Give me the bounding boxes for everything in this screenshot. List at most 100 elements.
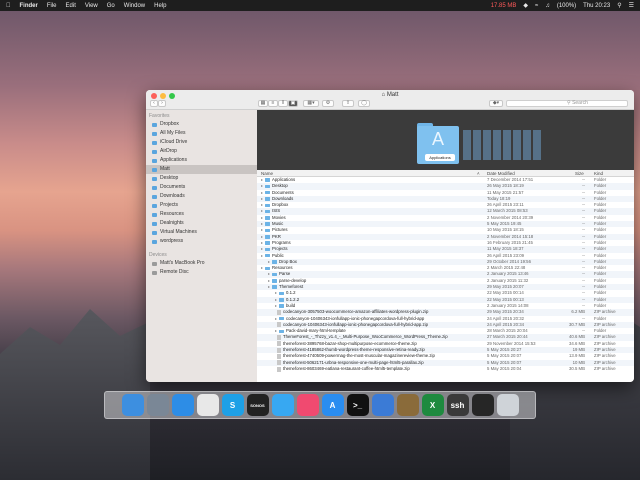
dock-itunes-icon[interactable] (296, 394, 319, 416)
cover-flow-folder[interactable] (503, 130, 511, 160)
sidebar-item[interactable]: Documents (146, 183, 257, 192)
sidebar-item[interactable]: Downloads (146, 192, 257, 201)
window-title-text: Matt (386, 92, 399, 98)
share-button[interactable]: ⇧ (342, 100, 354, 107)
column-date-modified[interactable]: Date Modified (487, 171, 515, 176)
dropbox-toolbar-button[interactable]: ◆▾ (489, 100, 503, 107)
memory-status[interactable]: 17.85 MB (491, 3, 517, 9)
cover-flow-folder[interactable] (493, 130, 501, 160)
icon-view-button[interactable]: ▦ (258, 100, 268, 107)
folder-icon (152, 176, 157, 181)
wifi-icon[interactable]: ≈ (535, 3, 538, 9)
volume-icon[interactable]: ♫ (545, 3, 550, 9)
sidebar-item-label: Documents (160, 184, 186, 190)
sidebar-item-label: Dropbox (160, 121, 179, 127)
coverflow-view-button[interactable]: ▣ (288, 100, 298, 107)
menu-clock[interactable]: Thu 20:23 (583, 3, 610, 9)
dock-chrome-icon[interactable] (196, 394, 219, 416)
cover-flow-folder[interactable] (513, 130, 521, 160)
folder-icon (152, 149, 157, 154)
back-button[interactable]: ‹ (150, 100, 158, 107)
dock-excel-icon[interactable]: X (421, 394, 444, 416)
dock-sonos-icon[interactable]: SONOS (246, 394, 269, 416)
sidebar-device-item[interactable]: Remote Disc (146, 268, 257, 277)
sidebar-item[interactable]: Resources (146, 210, 257, 219)
folder-icon (152, 239, 157, 244)
dock-xcode-icon[interactable] (371, 394, 394, 416)
menu-go[interactable]: Go (107, 3, 115, 9)
sidebar-item[interactable]: Virtual Machines (146, 228, 257, 237)
folder-icon (265, 241, 271, 245)
folder-icon (152, 122, 157, 127)
column-name[interactable]: Name (261, 171, 273, 176)
sidebar-item[interactable]: AirDrop (146, 147, 257, 156)
menu-app-name[interactable]: Finder (20, 3, 38, 9)
file-name-cell[interactable]: themeforest-8603469-eatlana-restaurant-c… (275, 366, 410, 372)
sidebar-item[interactable]: Dropbox (146, 120, 257, 129)
dock-safari-icon[interactable] (171, 394, 194, 416)
zip-file-icon (277, 341, 281, 347)
sidebar-item[interactable]: wordpress (146, 237, 257, 246)
folder-icon (272, 285, 278, 289)
desktop:  Finder File Edit View Go Window Help 1… (0, 0, 640, 480)
dock-messages-icon[interactable] (271, 394, 294, 416)
column-kind[interactable]: Kind (594, 171, 603, 176)
dock-finder-icon[interactable] (121, 394, 144, 416)
cover-flow-folder[interactable] (523, 130, 531, 160)
action-gear-button[interactable]: ⚙ (322, 100, 334, 107)
cover-flow-folder[interactable] (483, 130, 491, 160)
cover-flow-folder[interactable] (473, 130, 481, 160)
dock-skype-icon[interactable]: S (221, 394, 244, 416)
sidebar-item[interactable]: Applications (146, 156, 257, 165)
folder-icon (279, 298, 285, 302)
cover-flow-folder[interactable] (463, 130, 471, 160)
column-view-button[interactable]: ‖ (278, 100, 288, 107)
dock-terminal-icon[interactable]: >_ (346, 394, 369, 416)
column-size[interactable]: Size (575, 171, 584, 176)
search-field[interactable]: ⚲ Search (506, 100, 628, 107)
folder-icon (279, 291, 285, 296)
sort-ascending-icon[interactable]: ˄ (477, 171, 480, 176)
window-toolbar: ⌂ Matt ‹ › ▦ ≡ ‖ ▣ ▦▾ ⚙ ⇧ ◯ ◆▾ ⚲ Search (146, 90, 634, 110)
dock-launchpad-icon[interactable] (146, 394, 169, 416)
sidebar-item[interactable]: Dealnights (146, 219, 257, 228)
sidebar-item[interactable]: iCloud Drive (146, 138, 257, 147)
dock-trash-icon[interactable] (496, 394, 519, 416)
menu-edit[interactable]: Edit (66, 3, 76, 9)
menu-view[interactable]: View (85, 3, 98, 9)
sidebar-device-item[interactable]: Matt's MacBook Pro (146, 259, 257, 268)
list-view-button[interactable]: ≡ (268, 100, 278, 107)
folder-icon (265, 235, 271, 239)
dock-ssh-icon[interactable]: ssh (446, 394, 469, 416)
dock-console-icon[interactable] (471, 394, 494, 416)
menu-help[interactable]: Help (154, 3, 166, 9)
table-row[interactable]: themeforest-8603469-eatlana-restaurant-c… (257, 366, 634, 372)
dropbox-icon[interactable]: ◆ (523, 2, 528, 9)
cover-flow-caption: Applications (425, 154, 455, 161)
zip-file-icon (277, 335, 281, 341)
spotlight-icon[interactable]: ⚲ (617, 2, 621, 9)
cover-flow[interactable]: A Applications (257, 110, 634, 170)
folder-icon (265, 184, 271, 189)
sidebar-item[interactable]: Matt (146, 165, 257, 174)
applications-a-icon: A (431, 129, 444, 149)
folder-icon (265, 216, 271, 220)
menu-window[interactable]: Window (124, 3, 145, 9)
sidebar-item[interactable]: All My Files (146, 129, 257, 138)
date-modified: 5 May 2015 20:04 (487, 365, 522, 371)
sidebar-item[interactable]: Projects (146, 201, 257, 210)
folder-icon (272, 279, 278, 283)
dock-app-store-icon[interactable]: A (321, 394, 344, 416)
notification-center-icon[interactable]: ☰ (629, 2, 634, 9)
apple-menu-icon[interactable]:  (6, 3, 11, 9)
arrange-button[interactable]: ▦▾ (303, 100, 319, 107)
menu-file[interactable]: File (47, 3, 57, 9)
cover-flow-folder[interactable] (533, 130, 541, 160)
forward-button[interactable]: › (158, 100, 166, 107)
tags-button[interactable]: ◯ (358, 100, 370, 107)
sidebar-item[interactable]: Desktop (146, 174, 257, 183)
file-browser: A Applications Name ˄ Date Modified Size… (257, 110, 634, 382)
battery-status[interactable]: (100%) (557, 3, 576, 9)
folder-icon (265, 178, 271, 182)
dock-disk-utility-icon[interactable] (396, 394, 419, 416)
